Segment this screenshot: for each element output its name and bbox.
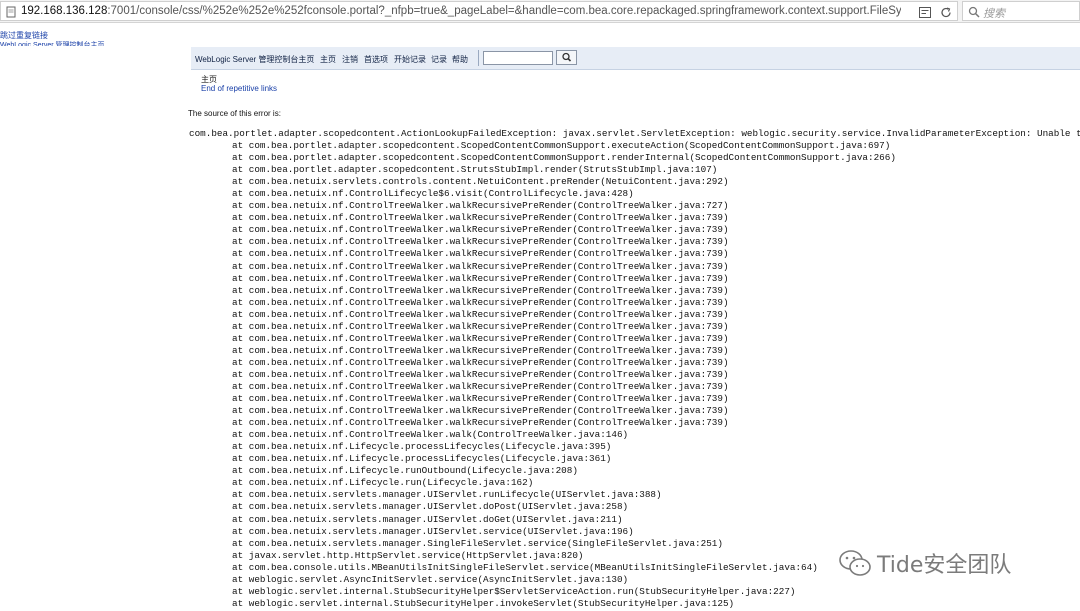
url-host: 192.168.136.128 (21, 5, 108, 17)
browser-search-box[interactable]: 搜索 (962, 1, 1080, 21)
stack-frame: at com.bea.netuix.nf.ControlTreeWalker.w… (232, 284, 729, 296)
stack-frame: at com.bea.netuix.nf.ControlTreeWalker.w… (232, 368, 729, 380)
stack-frame: at com.bea.netuix.nf.ControlTreeWalker.w… (232, 417, 729, 429)
browser-address-bar: 192.168.136.128:7001/console/css/%252e%2… (0, 0, 1080, 23)
end-of-repetitive-links[interactable]: End of repetitive links (201, 84, 277, 93)
stack-frame: at com.bea.netuix.nf.ControlTreeWalker.w… (232, 224, 729, 236)
exception-line: com.bea.portlet.adapter.scopedcontent.Ac… (189, 128, 1080, 139)
url-path: :7001/console/css/%252e%252e%252fconsole… (107, 5, 901, 17)
logout-link[interactable]: 注销 (342, 54, 358, 65)
watermark: Tide安全团队 (838, 546, 1011, 580)
stack-frame: at com.bea.portlet.adapter.scopedcontent… (232, 140, 891, 152)
stack-frame: at com.bea.netuix.nf.ControlTreeWalker.w… (232, 393, 729, 405)
stack-frame: at com.bea.netuix.nf.ControlTreeWalker.w… (232, 356, 729, 368)
stack-frame: at com.bea.netuix.nf.Lifecycle.processLi… (232, 453, 612, 465)
search-icon (562, 52, 572, 62)
stack-frame: at com.bea.netuix.nf.ControlTreeWalker.w… (232, 429, 629, 441)
toolbar-search-input[interactable] (483, 51, 553, 65)
stack-frame: at com.bea.netuix.nf.ControlLifecycle$6.… (232, 188, 634, 200)
search-icon (968, 6, 980, 18)
stack-frame: at com.bea.portlet.adapter.scopedcontent… (232, 164, 718, 176)
stack-frame: at com.bea.netuix.nf.ControlTreeWalker.w… (232, 320, 729, 332)
watermark-text: Tide安全团队 (877, 553, 1012, 578)
stack-frame: at com.bea.netuix.nf.ControlTreeWalker.w… (232, 272, 729, 284)
reader-mode-icon[interactable] (919, 7, 931, 18)
stack-trace: com.bea.portlet.adapter.scopedcontent.Ac… (189, 128, 1080, 611)
help-link[interactable]: 帮助 (452, 54, 468, 65)
toolbar-search-button[interactable] (556, 50, 577, 65)
stack-frame: at com.bea.netuix.nf.Lifecycle.runOutbou… (232, 465, 578, 477)
stack-frame: at com.bea.netuix.servlets.manager.UISer… (232, 501, 629, 513)
page-icon (6, 6, 16, 18)
stack-frame: at com.bea.netuix.nf.ControlTreeWalker.w… (232, 236, 729, 248)
reload-icon[interactable] (940, 7, 952, 18)
stack-frame: at com.bea.netuix.nf.ControlTreeWalker.w… (232, 212, 729, 224)
stack-frame: at com.bea.netuix.nf.ControlTreeWalker.w… (232, 296, 729, 308)
home-link[interactable]: 主页 (320, 54, 336, 65)
url-bar[interactable]: 192.168.136.128:7001/console/css/%252e%2… (0, 1, 958, 21)
stack-frame: at weblogic.servlet.internal.StubSecurit… (232, 597, 735, 609)
stack-frame: at com.bea.netuix.nf.ControlTreeWalker.w… (232, 405, 729, 417)
console-toolbar: WebLogic Server 管理控制台主页 主页 注销 首选项 开始记录 记… (191, 47, 1080, 70)
toolbar-divider (478, 50, 479, 66)
stack-frame: at com.bea.netuix.nf.ControlTreeWalker.w… (232, 260, 729, 272)
stack-frame: at com.bea.netuix.nf.Lifecycle.processLi… (232, 441, 612, 453)
stack-frame: at com.bea.netuix.servlets.manager.UISer… (232, 489, 662, 501)
url-text[interactable]: 192.168.136.128:7001/console/css/%252e%2… (21, 5, 901, 17)
log-link[interactable]: 记录 (431, 54, 447, 65)
stack-frame: at com.bea.netuix.nf.ControlTreeWalker.w… (232, 248, 729, 260)
error-source-label: The source of this error is: (188, 109, 281, 118)
stack-frame: at com.bea.netuix.nf.ControlTreeWalker.w… (232, 308, 729, 320)
record-link[interactable]: 开始记录 (394, 54, 426, 65)
stack-frame: at com.bea.portlet.adapter.scopedcontent… (232, 152, 896, 164)
stack-frame: at com.bea.netuix.servlets.manager.UISer… (232, 525, 634, 537)
stack-frame: at com.bea.netuix.nf.ControlTreeWalker.w… (232, 380, 729, 392)
stack-frame: at com.bea.netuix.servlets.manager.UISer… (232, 513, 623, 525)
stack-frame: at com.bea.netuix.nf.ControlTreeWalker.w… (232, 200, 729, 212)
console-home-link[interactable]: WebLogic Server 管理控制台主页 (0, 40, 105, 46)
stack-frame: at weblogic.servlet.internal.StubSecurit… (232, 585, 796, 597)
stack-frame: at com.bea.netuix.servlets.controls.cont… (232, 176, 729, 188)
preferences-link[interactable]: 首选项 (364, 54, 388, 65)
stack-frame: at com.bea.netuix.nf.ControlTreeWalker.w… (232, 344, 729, 356)
search-placeholder: 搜索 (983, 8, 1005, 20)
stack-frame: at com.bea.netuix.nf.Lifecycle.run(Lifec… (232, 477, 534, 489)
stack-frame: at com.bea.netuix.nf.ControlTreeWalker.w… (232, 332, 729, 344)
wechat-icon (839, 550, 871, 576)
console-title-link[interactable]: WebLogic Server 管理控制台主页 (195, 54, 314, 65)
